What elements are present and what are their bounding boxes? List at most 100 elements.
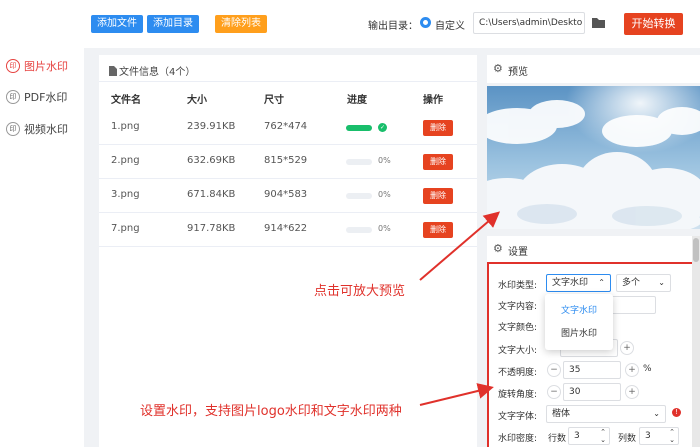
rows-input[interactable]: 3 ⌃ ⌄ (568, 427, 610, 445)
dropdown-option-image-watermark[interactable]: 图片水印 (545, 324, 613, 344)
divider (99, 81, 477, 82)
settings-hint-annotation: 设置水印，支持图片logo水印和文字水印两种 (140, 404, 402, 419)
rows-label: 行数 (548, 434, 567, 444)
progress-percent: 0% (378, 156, 391, 165)
output-dir-label: 输出目录： (368, 21, 418, 32)
document-icon (109, 65, 117, 76)
file-name: 7.png (111, 223, 140, 234)
decrease-button[interactable]: − (547, 363, 561, 377)
rotation-input[interactable]: 30 (563, 383, 621, 401)
column-header-progress: 进度 (347, 95, 367, 106)
file-size: 239.91KB (187, 121, 236, 132)
file-info-header: 文件信息（4个） (108, 63, 195, 78)
delete-button[interactable]: 删除 (423, 222, 453, 238)
progress-percent: 0% (378, 190, 391, 199)
sidebar-item-image-watermark[interactable]: 印 图片水印 (6, 57, 68, 75)
text-content-input[interactable] (611, 296, 656, 314)
progress-bar (346, 227, 372, 233)
seal-icon: 印 (6, 122, 20, 136)
file-name: 1.png (111, 121, 140, 132)
settings-title: 设置 (508, 247, 528, 258)
preview-image[interactable] (487, 86, 700, 229)
increase-button[interactable]: + (625, 363, 639, 377)
rows-value: 3 (574, 431, 580, 441)
preview-header: ⚙ 预览 (487, 55, 700, 83)
cloud-sky-image (487, 86, 700, 229)
output-path-input[interactable]: C:\Users\admin\Deskto (473, 12, 585, 34)
delete-button[interactable]: 删除 (423, 120, 453, 136)
font-label: 文字字体: (498, 412, 538, 422)
warning-icon: ! (672, 408, 681, 417)
file-dimensions: 815*529 (264, 155, 308, 166)
spinner-icon[interactable]: ⌃ ⌄ (600, 428, 606, 444)
spinner-icon[interactable]: ⌃ ⌄ (669, 428, 675, 444)
top-toolbar: 添加文件 添加目录 清除列表 输出目录： 自定义 C:\Users\admin\… (84, 0, 700, 48)
font-select[interactable]: 楷体 ⌄ (546, 405, 666, 423)
sidebar-item-label: 图片水印 (24, 60, 68, 73)
chevron-down-icon: ⌄ (658, 278, 665, 287)
sidebar-item-pdf-watermark[interactable]: 印 PDF水印 (6, 88, 67, 106)
increase-button[interactable]: + (625, 385, 639, 399)
dropdown-option-text-watermark[interactable]: 文字水印 (545, 301, 613, 321)
table-row: 1.png 239.91KB 762*474 ✓ 删除 (99, 111, 477, 145)
custom-radio-label: 自定义 (435, 21, 465, 32)
sidebar-item-label: PDF水印 (24, 91, 68, 104)
seal-icon: 印 (6, 59, 20, 73)
increase-button[interactable]: + (620, 341, 634, 355)
file-size: 917.78KB (187, 223, 236, 234)
clear-list-button[interactable]: 清除列表 (215, 15, 267, 33)
columns-input[interactable]: 3 ⌃ ⌄ (639, 427, 679, 445)
file-name: 3.png (111, 189, 140, 200)
delete-button[interactable]: 删除 (423, 154, 453, 170)
settings-panel: 水印类型: 文字水印 ⌃ 多个 ⌄ 文字内容: 文字颜色: 文字大小: 20 +… (487, 262, 700, 447)
sidebar: 印 图片水印 印 PDF水印 印 视频水印 (0, 0, 84, 447)
watermark-type-label: 水印类型: (498, 281, 538, 291)
text-color-label: 文字颜色: (498, 323, 538, 333)
text-content-label: 文字内容: (498, 302, 538, 312)
table-row: 3.png 671.84KB 904*583 0% 删除 (99, 179, 477, 213)
watermark-type-dropdown: 文字水印 图片水印 (545, 294, 613, 350)
start-convert-button[interactable]: 开始转换 (624, 13, 683, 35)
columns-value: 3 (645, 431, 651, 441)
seal-icon: 印 (6, 90, 20, 104)
add-file-button[interactable]: 添加文件 (91, 15, 143, 33)
custom-radio[interactable] (420, 17, 431, 28)
settings-header: ⚙ 设置 (487, 236, 700, 262)
progress-bar (346, 125, 372, 131)
sidebar-item-label: 视频水印 (24, 123, 68, 136)
text-size-label: 文字大小: (498, 346, 538, 356)
table-row: 7.png 917.78KB 914*622 0% 删除 (99, 213, 477, 247)
chevron-down-icon: ⌄ (653, 409, 660, 418)
file-size: 671.84KB (187, 189, 236, 200)
file-info-title: 文件信息（4个） (119, 67, 196, 78)
watermark-mode-select[interactable]: 多个 ⌄ (616, 274, 671, 292)
columns-label: 列数 (618, 434, 637, 444)
sidebar-item-video-watermark[interactable]: 印 视频水印 (6, 120, 68, 138)
watermark-type-select[interactable]: 文字水印 ⌃ (546, 274, 611, 292)
file-size: 632.69KB (187, 155, 236, 166)
file-dimensions: 914*622 (264, 223, 308, 234)
file-list-panel: 文件信息（4个） 文件名 大小 尺寸 进度 操作 1.png 239.91KB … (99, 55, 477, 447)
decrease-button[interactable]: − (547, 385, 561, 399)
scrollbar-thumb[interactable] (693, 238, 699, 262)
settings-scrollbar[interactable] (692, 236, 700, 447)
chevron-up-icon: ⌃ (598, 278, 605, 287)
opacity-label: 不透明度: (498, 368, 538, 378)
check-icon: ✓ (378, 123, 387, 132)
preview-title: 预览 (508, 67, 528, 78)
file-name: 2.png (111, 155, 140, 166)
column-header-size: 大小 (187, 95, 207, 106)
table-row: 2.png 632.69KB 815*529 0% 删除 (99, 145, 477, 179)
percent-unit: % (643, 364, 652, 374)
gear-icon: ⚙ (493, 242, 503, 255)
delete-button[interactable]: 删除 (423, 188, 453, 204)
opacity-input[interactable]: 35 (563, 361, 621, 379)
watermark-mode-value: 多个 (622, 278, 641, 288)
watermark-type-value: 文字水印 (552, 278, 589, 288)
progress-fill (346, 125, 372, 131)
progress-percent: 0% (378, 224, 391, 233)
add-directory-button[interactable]: 添加目录 (147, 15, 199, 33)
progress-bar (346, 193, 372, 199)
folder-icon[interactable] (591, 16, 606, 29)
gear-icon: ⚙ (493, 62, 503, 75)
